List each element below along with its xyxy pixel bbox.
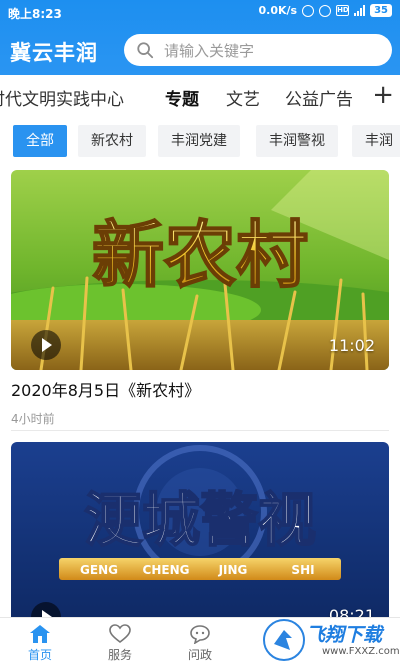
tab-public-ads[interactable]: 公益广告 (285, 85, 353, 110)
tab-arts[interactable]: 文艺 (226, 85, 260, 110)
status-bar: 晚上8:23 0.0K/s HD 35 (0, 0, 400, 24)
tab-civilization-center[interactable]: 时代文明实践中心 (0, 85, 124, 110)
top-header: 晚上8:23 0.0K/s HD 35 冀云丰润 请输入关键字 (0, 0, 400, 75)
video-card[interactable]: 新农村 11:02 2020年8月5日《新农村》 4小时前 (11, 170, 389, 427)
chip-fengrun[interactable]: 丰润 (352, 125, 400, 157)
nav-service[interactable]: 服务 (90, 624, 150, 663)
video-title[interactable]: 2020年8月5日《新农村》 (11, 377, 389, 401)
category-tabs: 时代文明实践中心 专题 文艺 公益广告 + (0, 76, 400, 118)
add-tab-button[interactable]: + (372, 80, 394, 110)
video-time: 4小时前 (11, 412, 55, 426)
police-view-artwork: 浭城警视 GENG CHENG JING SHI (11, 442, 389, 617)
battery-icon: 35 (370, 4, 392, 17)
pinyin-text: GENG (80, 563, 118, 577)
divider (11, 430, 389, 431)
nav-inquiry-label: 问政 (187, 648, 212, 662)
filter-chips: 全部 新农村 丰润党建 丰润警视 丰润 (0, 124, 400, 158)
watermark-url: www.FXXZ.com (322, 646, 400, 657)
video-card[interactable]: 浭城警视 GENG CHENG JING SHI 08:21 (11, 442, 389, 617)
signal-icon (354, 5, 366, 16)
chip-police-view[interactable]: 丰润警视 (256, 125, 338, 157)
network-speed: 0.0K/s (258, 4, 298, 17)
play-icon[interactable] (31, 330, 61, 360)
chat-icon (190, 625, 210, 644)
thumbnail-title: 浭城警视 (84, 486, 316, 554)
chip-party-building[interactable]: 丰润党建 (158, 125, 240, 157)
search-input[interactable]: 请输入关键字 (124, 34, 392, 66)
search-icon (137, 42, 154, 59)
alarm-icon (302, 4, 315, 17)
pinyin-text: SHI (291, 563, 314, 577)
nav-home[interactable]: 首页 (10, 624, 70, 663)
video-duration: 11:02 (328, 336, 375, 355)
watermark-text: 飞翔下载 (306, 624, 383, 646)
video-thumbnail[interactable]: 新农村 11:02 (11, 170, 389, 370)
app-bar: 冀云丰润 请输入关键字 (0, 28, 400, 72)
tab-topics[interactable]: 专题 (165, 85, 199, 110)
eye-icon (319, 4, 332, 17)
status-indicators: 0.0K/s HD 35 (258, 4, 392, 17)
thumbnail-title: 新农村 (92, 213, 308, 297)
status-time: 晚上8:23 (8, 7, 62, 21)
nav-service-label: 服务 (107, 648, 132, 662)
nav-inquiry[interactable]: 问政 (170, 624, 230, 663)
chip-all[interactable]: 全部 (13, 125, 67, 157)
search-placeholder: 请输入关键字 (164, 41, 255, 60)
nav-home-label: 首页 (27, 648, 52, 662)
hd-icon: HD (336, 5, 350, 16)
chip-new-village[interactable]: 新农村 (78, 125, 146, 157)
pinyin-text: JING (218, 563, 248, 577)
pinyin-text: CHENG (143, 563, 190, 577)
app-title: 冀云丰润 (10, 41, 98, 65)
home-icon (30, 625, 50, 643)
video-thumbnail[interactable]: 浭城警视 GENG CHENG JING SHI 08:21 (11, 442, 389, 617)
heart-icon (109, 624, 131, 644)
